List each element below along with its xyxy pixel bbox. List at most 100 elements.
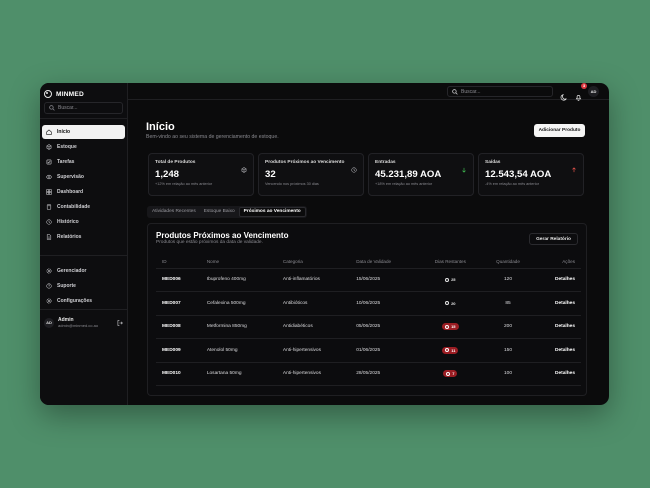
gear-icon [46,298,52,304]
details-button[interactable]: Detalhes [555,371,575,376]
details-button[interactable]: Detalhes [555,301,575,306]
sidebar-nav: Início Estoque Tarefas Supervisão Dashboard C… [40,119,127,244]
sidebar-item-label: Supervisão [57,174,84,180]
days-remaining-badge: 15 [442,323,459,330]
product-name: Atenolol 50mg [200,338,277,363]
expiry-date: 15/06/2025 [350,268,419,292]
bell-icon[interactable] [575,88,582,101]
card-value: 32 [265,169,276,180]
sidebar-item-label: Estoque [57,144,77,150]
main-content: Início Bem-vindo ao seu sistema de geren… [128,101,609,405]
avatar[interactable]: AD [588,86,599,97]
stat-card: Total de Produtos 1,248 +12% em relação ao… [148,153,254,196]
sidebar-item-tarefas[interactable]: Tarefas [42,155,125,169]
app-window: MINMED Início Estoque Tarefas Supervisão Das… [40,83,609,405]
details-button[interactable]: Detalhes [555,348,575,353]
tab-proximos-ao-vencimento[interactable]: Próximos ao Vencimento [238,207,306,217]
details-button[interactable]: Detalhes [555,324,575,329]
product-name: Metformina 850mg [200,315,277,339]
arrow-down-icon [461,160,467,173]
sidebar-search[interactable] [44,102,123,114]
sidebar-search-input[interactable] [58,105,118,111]
card-value: 45.231,89 AOA [375,169,442,180]
home-icon [46,129,52,135]
card-title: Produtos Próximos ao Vencimento [265,160,345,165]
product-id: MED007 [156,291,201,316]
product-id: MED008 [156,315,201,339]
notification-badge: 3 [581,83,587,89]
top-search[interactable] [447,86,553,97]
history-icon [46,219,52,225]
eye-icon [46,174,52,180]
logout-icon[interactable] [117,319,123,326]
clock-icon [445,277,450,282]
sidebar-item-estoque[interactable]: Estoque [42,140,125,154]
top-search-input[interactable] [461,88,521,95]
calculator-icon [46,204,52,210]
column-header: Quantidade [481,256,535,269]
quantity: 100 [481,362,535,386]
arrow-up-icon [571,160,577,173]
clock-icon [446,371,451,376]
table-row: MED008 Metformina 850mg Antidiabéticos 05/0… [156,315,581,339]
sidebar-nav-bottom: Gerenciador Suporte Configurações [42,264,125,309]
search-icon [49,105,55,111]
sidebar-item-label: Tarefas [57,159,75,165]
clock-icon [445,348,450,352]
user-profile[interactable]: AD Admin admin@minmed.co.ao [44,317,123,328]
quantity: 150 [481,338,535,363]
sidebar-item-relatorios[interactable]: Relatórios [42,230,125,244]
days-remaining: 7 [452,371,455,376]
column-header: Data de Validade [350,256,419,269]
table-row: MED006 Ibuprofeno 400mg Anti-inflamatórios… [156,268,581,292]
moon-icon[interactable] [560,88,567,101]
sidebar-item-inicio[interactable]: Início [42,125,125,139]
column-header: Dias Restantes [418,256,482,269]
days-remaining: 20 [451,300,456,306]
tasks-icon [46,159,52,165]
panel-subtitle: Produtos que estão próximos da data de v… [156,240,263,245]
card-value: 12.543,54 AOA [485,169,552,180]
sidebar-item-contabilidade[interactable]: Contabilidade [42,200,125,214]
tab-estoque-baixo[interactable]: Estoque Baixo [200,207,239,217]
sidebar-item-label: Suporte [57,283,76,289]
sidebar-item-label: Relatórios [57,234,82,240]
sidebar-item-dashboard[interactable]: Dashboard [42,185,125,199]
brand[interactable]: MINMED [40,83,127,100]
days-remaining: 11 [451,347,456,353]
card-title: Saídas [485,160,501,165]
card-subtext: +12% em relação ao mês anterior [155,182,213,186]
days-remaining-badge: 11 [442,346,459,354]
table-row: MED007 Cefalexina 500mg Antibióticos 10/06/… [156,291,581,316]
details-button[interactable]: Detalhes [555,277,575,282]
expiring-products-panel: Produtos Próximos ao Vencimento Produtos… [147,223,587,396]
expiry-date: 28/05/2025 [350,362,419,386]
table-row: MED009 Atenolol 50mg Anti-hipertensivos 01/… [156,338,581,363]
table-header-row: ID Nome Categoria Data de Validade Dias Rest… [156,256,581,269]
sidebar-item-gerenciador[interactable]: Gerenciador [42,264,125,278]
card-subtext: Vencendo nos próximos 30 dias [265,182,319,186]
product-category: Anti-inflamatórios [276,268,351,292]
expiry-date: 05/06/2025 [350,315,419,339]
box-icon [46,144,52,150]
tab-atividades-recentes[interactable]: Atividades Recentes [148,207,200,217]
product-name: Losartana 50mg [200,362,277,386]
sidebar-item-supervisao[interactable]: Supervisão [42,170,125,184]
page-title: Início [146,121,175,133]
report-icon [46,234,52,240]
sidebar-item-suporte[interactable]: Suporte [42,279,125,293]
product-category: Antidiabéticos [276,315,351,339]
generate-report-button[interactable]: Gerar Relatório [529,233,578,245]
product-name: Ibuprofeno 400mg [200,268,277,292]
stat-cards: Total de Produtos 1,248 +12% em relação ao… [148,153,584,196]
user-email: admin@minmed.co.ao [58,323,99,329]
table-row: MED010 Losartana 50mg Anti-hipertensivos 28… [156,362,581,386]
sidebar-item-configuracoes[interactable]: Configurações [42,294,125,308]
products-table: ID Nome Categoria Data de Validade Dias Rest… [156,256,581,386]
avatar: AD [44,317,54,328]
sidebar-item-label: Contabilidade [57,204,91,210]
add-product-button[interactable]: Adicionar Produto [534,124,585,137]
sidebar-item-historico[interactable]: Histórico [42,215,125,229]
brand-name: MINMED [56,90,84,98]
card-subtext: -4% em relação ao mês anterior [485,182,540,186]
